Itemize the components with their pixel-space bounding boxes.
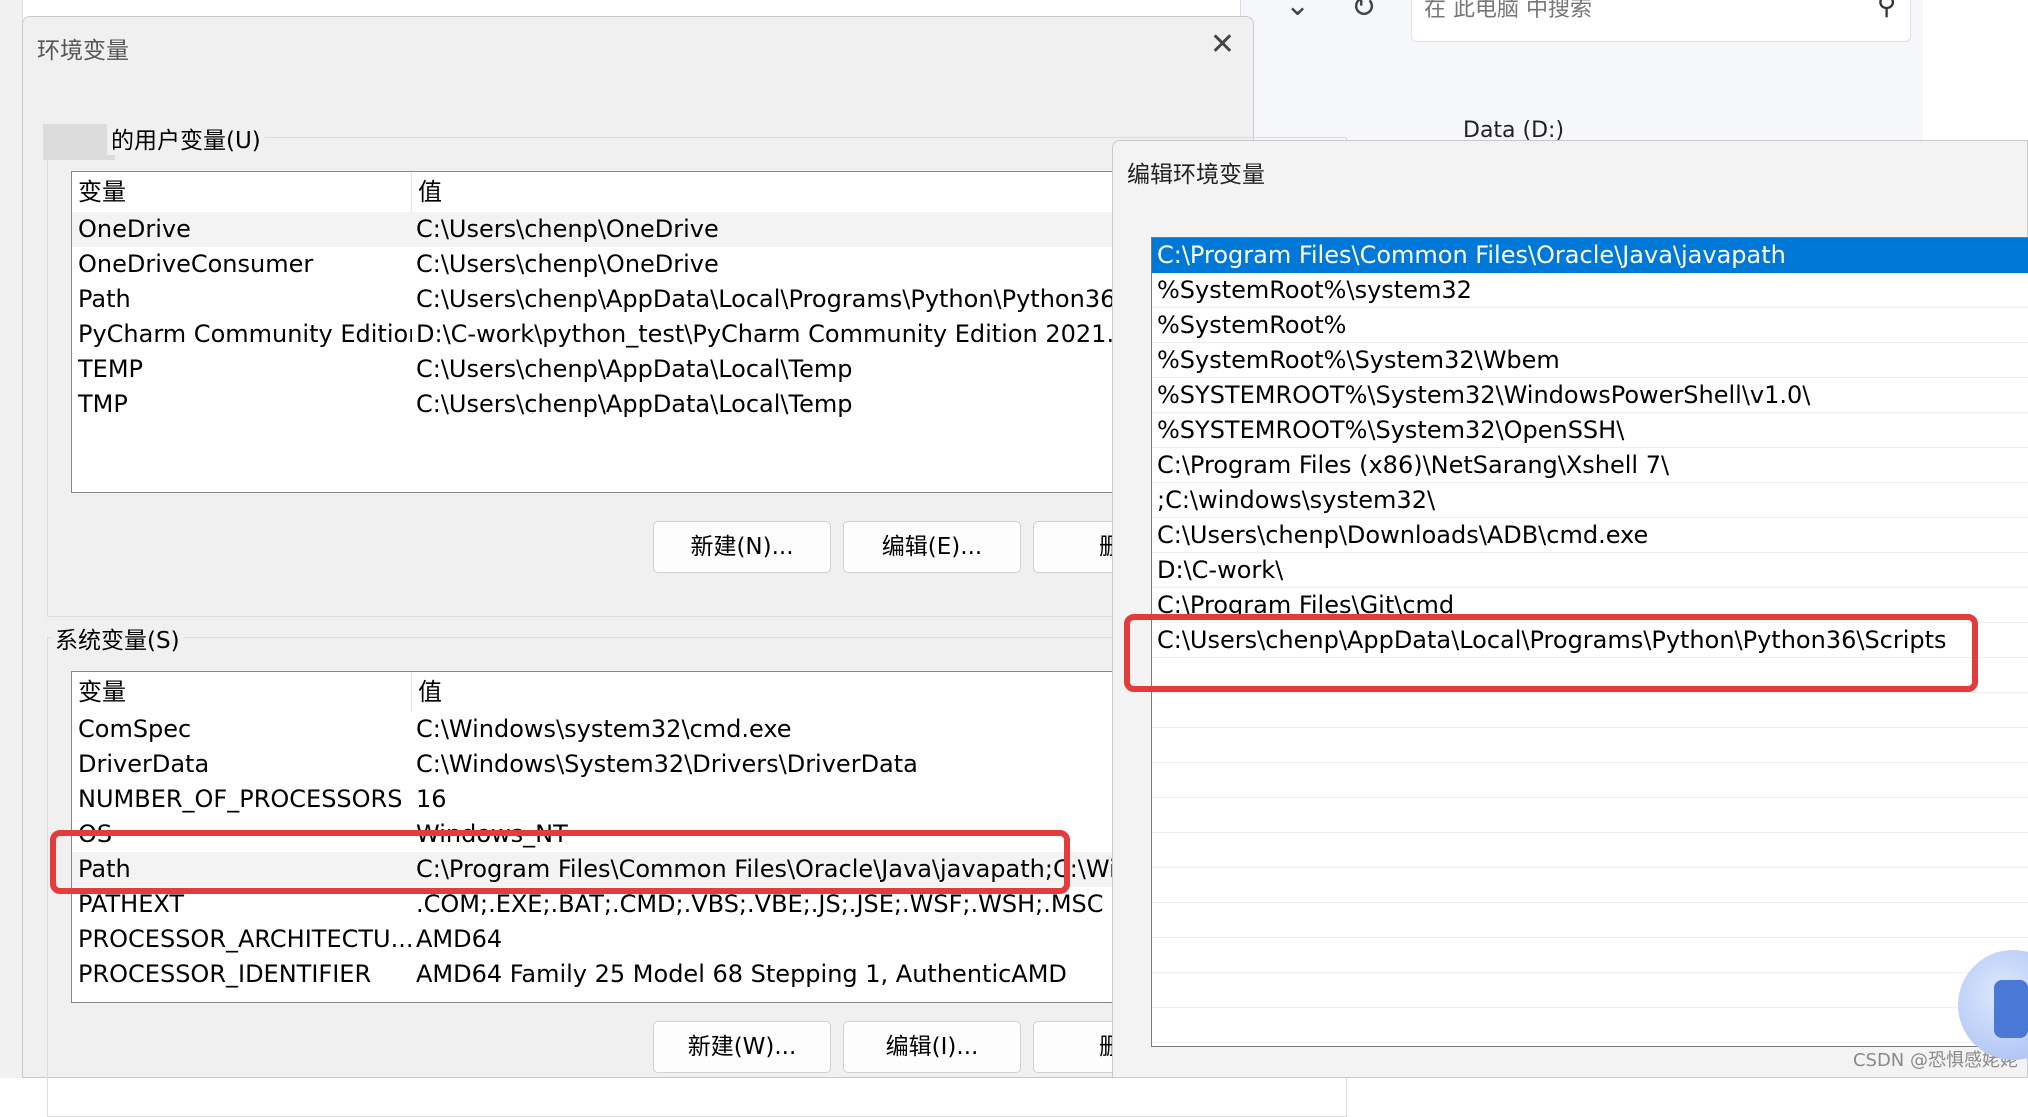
- system-edit-button[interactable]: 编辑(I)...: [843, 1021, 1021, 1073]
- environment-variables-dialog: 环境变量 ✕ 的用户变量(U) 变量 值 OneDrive C:\Users\ch…: [22, 16, 1371, 1117]
- highlight-python-scripts: [1124, 614, 1978, 692]
- list-item[interactable]: %SYSTEMROOT%\System32\WindowsPowerShell\…: [1152, 378, 2028, 413]
- edit-environment-variable-dialog: 编辑环境变量 C:\Program Files\Common Files\Ora…: [1112, 140, 2028, 1078]
- background-window-edge: [0, 0, 23, 1078]
- usb-drive-icon: [1994, 980, 2028, 1038]
- column-header-variable[interactable]: 变量: [72, 672, 412, 712]
- chevron-down-icon[interactable]: ⌄: [1285, 0, 1310, 23]
- dialog-title: 环境变量: [37, 38, 129, 64]
- system-variables-label: 系统变量(S): [51, 621, 184, 655]
- refresh-icon[interactable]: ↻: [1351, 0, 1376, 25]
- list-item[interactable]: ;C:\windows\system32\: [1152, 483, 2028, 518]
- list-item[interactable]: C:\Program Files (x86)\NetSarang\Xshell …: [1152, 448, 2028, 483]
- file-explorer-background: ⌄ ↻ 在 此电脑 中搜索 ⚲ Data (D:): [1240, 0, 1923, 143]
- user-edit-button[interactable]: 编辑(E)...: [843, 521, 1021, 573]
- dialog-title: 编辑环境变量: [1127, 162, 1265, 188]
- user-variables-label: 的用户变量(U): [107, 121, 265, 155]
- list-item[interactable]: %SystemRoot%\System32\Wbem: [1152, 343, 2028, 378]
- column-header-variable[interactable]: 变量: [72, 172, 412, 212]
- search-input[interactable]: 在 此电脑 中搜索 ⚲: [1411, 0, 1911, 42]
- search-placeholder: 在 此电脑 中搜索: [1424, 0, 1592, 22]
- close-icon[interactable]: ✕: [1210, 27, 1235, 62]
- list-item[interactable]: %SystemRoot%\system32: [1152, 273, 2028, 308]
- list-item[interactable]: C:\Program Files\Common Files\Oracle\Jav…: [1152, 238, 2028, 273]
- system-new-button[interactable]: 新建(W)...: [653, 1021, 831, 1073]
- list-item[interactable]: C:\Users\chenp\Downloads\ADB\cmd.exe: [1152, 518, 2028, 553]
- list-item[interactable]: %SystemRoot%: [1152, 308, 2028, 343]
- list-item[interactable]: %SYSTEMROOT%\System32\OpenSSH\: [1152, 413, 2028, 448]
- user-new-button[interactable]: 新建(N)...: [653, 521, 831, 573]
- search-icon[interactable]: ⚲: [1877, 0, 1896, 19]
- list-item[interactable]: D:\C-work\: [1152, 553, 2028, 588]
- blurred-username: [43, 124, 115, 160]
- highlight-path-row: [50, 830, 1070, 894]
